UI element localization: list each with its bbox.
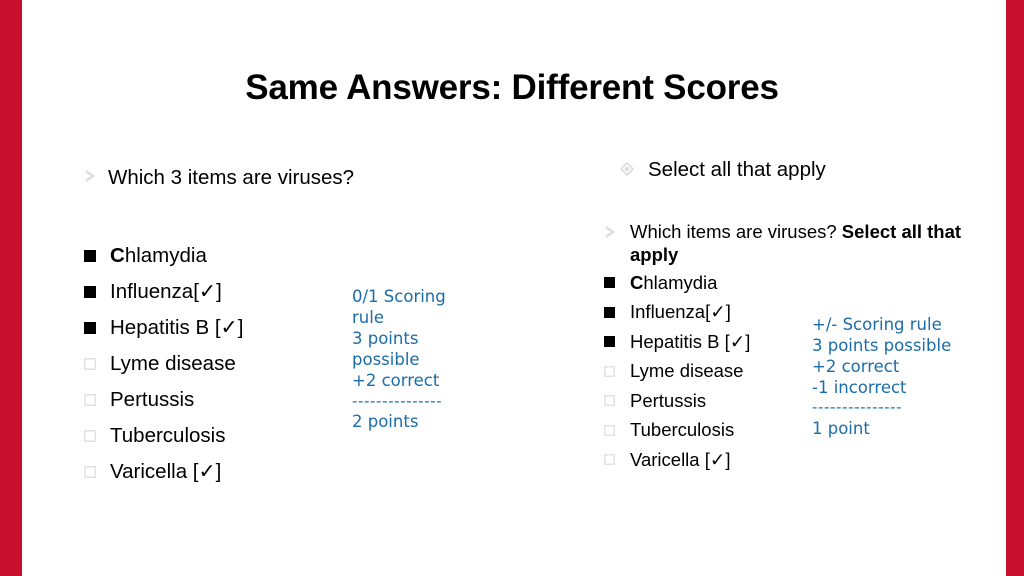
list-item-label-rest: Tuberculosis	[630, 419, 735, 440]
list-item-label-rest: hlamydia	[124, 243, 207, 267]
right-heading-text: Select all that apply	[648, 158, 826, 181]
list-item-label-rest: hlamydia	[643, 271, 718, 293]
list-item-label-rest: Varicella [✓]	[110, 459, 222, 483]
empty-square-bullet-icon	[84, 430, 110, 442]
list-item-label: Pertussis	[110, 387, 195, 411]
scoring-incorrect: -1 incorrect	[812, 378, 907, 398]
right-heading-row: Select all that apply	[620, 158, 1000, 182]
empty-square-bullet-icon	[84, 394, 110, 406]
right-panel-heading-block: Select all that apply	[620, 158, 1000, 182]
list-item-label: Varicella [✓]	[630, 448, 731, 470]
empty-square-bullet-icon	[84, 358, 110, 370]
chevron-bullet-icon	[84, 166, 108, 183]
scoring-correct: +2 correct	[812, 357, 900, 377]
list-item-label-rest: Hepatitis B [✓]	[110, 315, 244, 339]
list-item-label-rest: Lyme disease	[110, 351, 236, 375]
empty-square-bullet-icon	[604, 424, 630, 436]
right-panel-question-block: Which items are viruses? Select all that…	[604, 221, 990, 266]
list-item-label: Hepatitis B [✓]	[630, 330, 751, 352]
scoring-rule-label: +/- Scoring rule	[812, 315, 942, 334]
right-scoring-note: +/- Scoring rule 3 points possible +2 co…	[812, 314, 962, 439]
list-item-label-rest: Influenza[✓]	[630, 301, 731, 322]
list-item-label: Hepatitis B [✓]	[110, 315, 244, 339]
list-item-label-lead: C	[630, 271, 644, 293]
list-item-label-lead: C	[110, 243, 125, 267]
list-item-label-rest: Pertussis	[630, 389, 707, 411]
empty-square-bullet-icon	[604, 365, 630, 377]
filled-square-bullet-icon	[604, 336, 630, 348]
list-item-label: Tuberculosis	[110, 423, 226, 447]
list-item-label: Influenza[✓]	[630, 301, 731, 322]
scoring-points-possible: 3 points possible	[812, 336, 952, 356]
list-item[interactable]: Tuberculosis	[84, 418, 384, 454]
list-item-label-rest: Varicella [✓]	[630, 448, 731, 470]
left-answer-list: Chlamydia Influenza[✓] Hepatitis B [✓] L…	[84, 238, 384, 490]
list-item[interactable]: Lyme disease	[84, 346, 384, 382]
list-item-label: Varicella [✓]	[110, 459, 222, 483]
scoring-total: 2 points	[352, 411, 419, 431]
list-item-label-rest: Lyme disease	[630, 360, 744, 381]
list-item[interactable]: Influenza[✓]	[84, 274, 384, 310]
list-item-label-rest: Hepatitis B [✓]	[630, 330, 751, 352]
filled-square-bullet-icon	[84, 286, 110, 298]
left-question-text: Which 3 items are viruses?	[108, 166, 355, 189]
empty-square-bullet-icon	[604, 395, 630, 407]
list-item-label: Chlamydia	[630, 271, 718, 293]
left-scoring-note: 0/1 Scoring rule 3 points possible +2 co…	[352, 286, 462, 432]
list-item[interactable]: Chlamydia	[604, 268, 904, 298]
scoring-divider: ---------------	[352, 391, 443, 410]
empty-square-bullet-icon	[604, 454, 630, 466]
list-item[interactable]: Varicella [✓]	[604, 445, 904, 475]
left-question-row: Which 3 items are viruses?	[84, 166, 384, 190]
page-title: Same Answers: Different Scores	[245, 68, 779, 107]
list-item[interactable]: Hepatitis B [✓]	[84, 310, 384, 346]
right-question-row: Which items are viruses? Select all that…	[604, 221, 990, 266]
list-item-label: Pertussis	[630, 389, 707, 411]
list-item-label-rest: Pertussis	[110, 387, 195, 411]
scoring-correct: +2 correct	[352, 371, 440, 391]
slide-canvas: Same Answers: Different Scores Which 3 i…	[0, 0, 1024, 576]
scoring-divider: ---------------	[812, 398, 903, 417]
scoring-total: 1 point	[812, 418, 870, 438]
filled-square-bullet-icon	[84, 250, 110, 262]
list-item-label: Lyme disease	[630, 360, 744, 381]
list-item-label: Lyme disease	[110, 351, 236, 375]
right-question-text: Which items are viruses? Select all that…	[630, 221, 990, 266]
list-item-label: Chlamydia	[110, 243, 207, 267]
filled-square-bullet-icon	[84, 322, 110, 334]
filled-square-bullet-icon	[604, 277, 630, 289]
scoring-rule-label: 0/1 Scoring rule	[352, 287, 446, 328]
list-item-label-rest: Influenza[✓]	[110, 279, 222, 303]
list-item-label-rest: Tuberculosis	[110, 423, 226, 447]
list-item[interactable]: Chlamydia	[84, 238, 384, 274]
chevron-bullet-icon	[604, 221, 630, 239]
list-item-label: Influenza[✓]	[110, 279, 222, 303]
right-question-plain: Which items are viruses?	[630, 221, 842, 242]
list-item-label: Tuberculosis	[630, 419, 735, 440]
filled-square-bullet-icon	[604, 306, 630, 318]
left-panel-question-block: Which 3 items are viruses?	[84, 166, 384, 190]
scoring-points-possible: 3 points possible	[352, 329, 420, 370]
diamond-bullet-icon	[620, 158, 648, 176]
empty-square-bullet-icon	[84, 466, 110, 478]
list-item[interactable]: Varicella [✓]	[84, 454, 384, 490]
list-item[interactable]: Pertussis	[84, 382, 384, 418]
